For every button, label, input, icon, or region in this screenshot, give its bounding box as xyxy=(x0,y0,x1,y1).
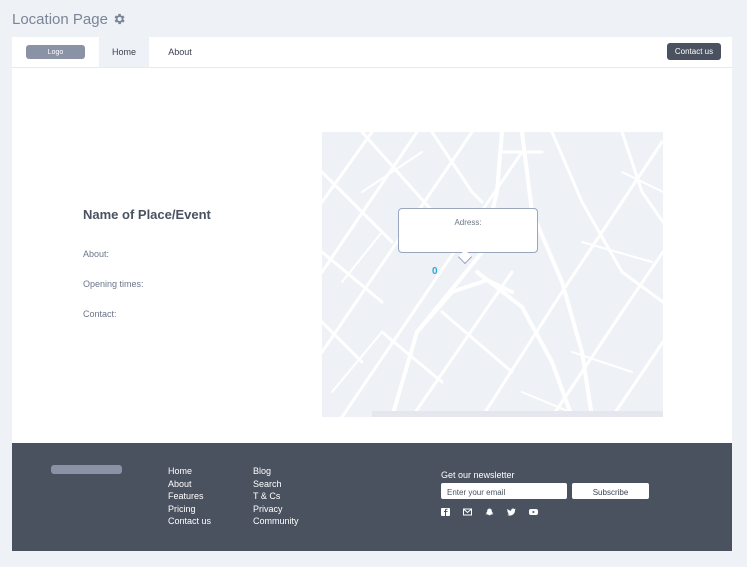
subscribe-button[interactable]: Subscribe xyxy=(572,483,649,499)
opening-times-label: Opening times: xyxy=(83,279,144,289)
twitter-icon[interactable] xyxy=(507,508,516,516)
address-label: Adress: xyxy=(454,218,482,227)
logo[interactable]: Logo xyxy=(26,45,85,59)
snapchat-icon[interactable] xyxy=(485,508,494,516)
footer-links-column-2: Blog Search T & Cs Privacy Community xyxy=(253,465,299,528)
place-title: Name of Place/Event xyxy=(83,207,211,222)
gear-icon[interactable] xyxy=(112,12,126,26)
contact-us-button[interactable]: Contact us xyxy=(667,43,721,60)
footer-link-blog[interactable]: Blog xyxy=(253,465,299,478)
map[interactable]: Adress: 0 xyxy=(322,132,663,417)
footer-link-privacy[interactable]: Privacy xyxy=(253,503,299,516)
nav-home-tab[interactable]: Home xyxy=(99,37,149,67)
page-header: Location Page xyxy=(12,10,126,28)
footer-link-features[interactable]: Features xyxy=(168,490,211,503)
email-icon[interactable] xyxy=(463,508,472,516)
newsletter-title: Get our newsletter xyxy=(441,470,515,480)
footer-link-contact-us[interactable]: Contact us xyxy=(168,515,211,528)
contact-label: Contact: xyxy=(83,309,117,319)
footer-link-terms[interactable]: T & Cs xyxy=(253,490,299,503)
footer-link-home[interactable]: Home xyxy=(168,465,211,478)
footer-link-search[interactable]: Search xyxy=(253,478,299,491)
page-frame: Logo Home About Contact us Name of Place… xyxy=(12,37,732,551)
map-footer-bar xyxy=(372,411,663,417)
social-links xyxy=(441,507,538,517)
facebook-icon[interactable] xyxy=(441,508,450,516)
footer: Home About Features Pricing Contact us B… xyxy=(12,443,732,551)
youtube-icon[interactable] xyxy=(529,508,538,516)
page-title: Location Page xyxy=(12,10,108,28)
newsletter-email-input[interactable] xyxy=(441,483,567,499)
about-label: About: xyxy=(83,249,110,259)
footer-logo[interactable] xyxy=(51,465,122,474)
nav-about-tab[interactable]: About xyxy=(154,37,206,67)
address-callout: Adress: xyxy=(398,208,538,265)
map-pin-marker[interactable]: 0 xyxy=(432,266,438,277)
map-roads xyxy=(322,132,663,417)
top-navigation: Logo Home About Contact us xyxy=(12,37,732,68)
footer-link-community[interactable]: Community xyxy=(253,515,299,528)
footer-link-pricing[interactable]: Pricing xyxy=(168,503,211,516)
footer-links-column-1: Home About Features Pricing Contact us xyxy=(168,465,211,528)
footer-link-about[interactable]: About xyxy=(168,478,211,491)
